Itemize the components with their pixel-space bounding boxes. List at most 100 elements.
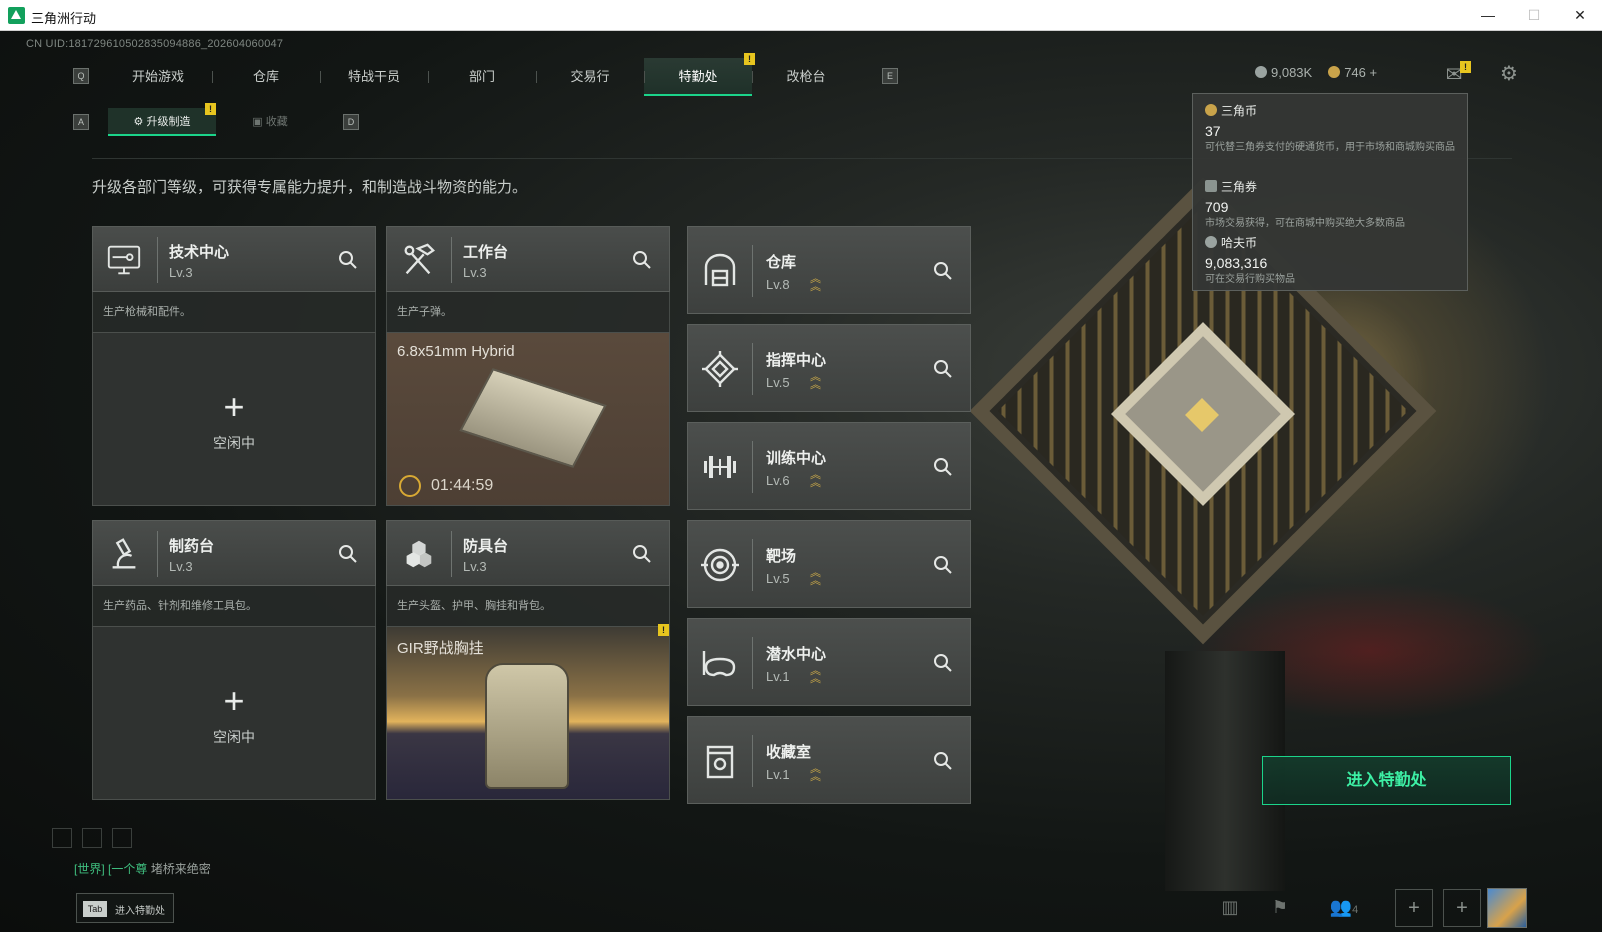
- voucher-icon: [1205, 180, 1217, 192]
- workshop-level: Lv.3: [463, 265, 487, 280]
- search-icon[interactable]: [932, 456, 954, 478]
- workshop-card-armor[interactable]: 防具台 Lv.3 生产头盔、护甲、胸挂和背包。 GIR野战胸挂 !: [386, 520, 670, 800]
- window-title: 三角洲行动: [31, 11, 97, 26]
- search-icon[interactable]: [337, 543, 359, 565]
- flag-icon[interactable]: ⚑: [1262, 889, 1298, 925]
- currency-desc: 市场交易获得，可在商城中购买绝大多数商品: [1205, 218, 1405, 229]
- search-icon[interactable]: [337, 249, 359, 271]
- chat-line[interactable]: [世界] [一个尊 堵桥来绝密: [74, 860, 211, 877]
- tab-department[interactable]: 部门: [428, 58, 536, 96]
- workshop-desc: 生产子弹。: [386, 292, 670, 332]
- subnav-next-key: D: [343, 114, 359, 130]
- close-button[interactable]: ✕: [1557, 0, 1602, 31]
- currency-name: 三角券: [1221, 180, 1258, 194]
- craft-slot[interactable]: + 空闲中: [92, 626, 376, 800]
- search-icon[interactable]: [631, 249, 653, 271]
- facility-card-command[interactable]: 指挥中心 Lv.5 ︽ ︽: [687, 324, 971, 412]
- facility-card-diving[interactable]: 潜水中心 Lv.1 ︽ ︽: [687, 618, 971, 706]
- crafting-item-name: 6.8x51mm Hybrid: [397, 343, 515, 360]
- workshop-card-tech[interactable]: 技术中心 Lv.3 生产枪械和配件。 + 空闲中: [92, 226, 376, 506]
- friends-button[interactable]: 👥4: [1322, 889, 1366, 925]
- settings-gear-icon[interactable]: ⚙: [1497, 63, 1521, 85]
- search-icon[interactable]: [932, 750, 954, 772]
- upgrade-arrow-icon: ︽ ︽: [810, 763, 821, 783]
- collection-tab-icon: ▣: [252, 116, 266, 128]
- hafcoin-display[interactable]: 9,083K: [1255, 65, 1312, 80]
- app-logo-icon: [8, 7, 25, 24]
- tab-key: Tab: [83, 901, 107, 917]
- avatar[interactable]: [1487, 888, 1527, 928]
- workshop-name: 工作台: [463, 244, 509, 261]
- search-icon[interactable]: [932, 554, 954, 576]
- currency-name: 三角币: [1221, 104, 1258, 118]
- add-currency-button[interactable]: +: [1370, 65, 1378, 80]
- facility-card-training[interactable]: 训练中心 Lv.6 ︽ ︽: [687, 422, 971, 510]
- tab-start-game[interactable]: 开始游戏: [104, 58, 212, 96]
- upgrade-arrow-icon: ︽ ︽: [810, 469, 821, 489]
- friends-icon: 👥: [1329, 897, 1353, 917]
- craft-slot[interactable]: + 空闲中: [92, 332, 376, 506]
- command-icon: [700, 349, 740, 389]
- facility-name: 训练中心: [766, 450, 827, 467]
- search-icon[interactable]: [932, 652, 954, 674]
- tab-special-ops[interactable]: 特勤处: [644, 58, 752, 96]
- triangle-coin-display[interactable]: 746 +: [1328, 65, 1377, 80]
- add-craft-icon: +: [223, 386, 245, 427]
- hafcoin-icon: [1255, 66, 1267, 78]
- subtab-collection[interactable]: ▣ 收藏: [216, 108, 324, 136]
- facility-level: Lv.5: [766, 571, 790, 586]
- tab-hint[interactable]: Tab 进入特勤处: [76, 893, 174, 923]
- currency-value: 9,083,316: [1205, 255, 1268, 271]
- workshop-name: 制药台: [169, 538, 215, 555]
- search-icon[interactable]: [932, 260, 954, 282]
- enter-special-ops-button[interactable]: 进入特勤处: [1262, 756, 1511, 805]
- add-craft-icon: +: [223, 680, 245, 721]
- ui-square: [82, 828, 102, 848]
- workshop-level: Lv.3: [169, 559, 193, 574]
- search-icon[interactable]: [932, 358, 954, 380]
- tab-operators[interactable]: 特战干员: [320, 58, 428, 96]
- nav-next-key: E: [882, 68, 898, 84]
- ui-square: [112, 828, 132, 848]
- special-ops-badge: !: [744, 53, 755, 65]
- upgrade-arrow-icon: ︽ ︽: [810, 665, 821, 685]
- currency-value: 37: [1205, 123, 1221, 139]
- chest-rig-image: [485, 663, 569, 789]
- craft-slot[interactable]: 6.8x51mm Hybrid 01:44:59: [386, 332, 670, 506]
- diving-mask-icon: [700, 643, 740, 683]
- collection-icon: [700, 741, 740, 781]
- subtab-upgrade-craft[interactable]: ⚙ 升级制造: [108, 108, 216, 136]
- tab-market[interactable]: 交易行: [536, 58, 644, 96]
- target-icon: [700, 545, 740, 585]
- maximize-button[interactable]: ☐: [1511, 0, 1557, 31]
- craft-complete-badge: !: [658, 624, 669, 636]
- workshop-desc: 生产药品、针剂和维修工具包。: [92, 586, 376, 626]
- page-intro: 升级各部门等级，可获得专属能力提升，和制造战斗物资的能力。: [92, 179, 528, 196]
- invite-slot-plus-icon[interactable]: +: [1395, 889, 1433, 927]
- workshop-card-workbench[interactable]: 工作台 Lv.3 生产子弹。 6.8x51mm Hybrid 01:44:59: [386, 226, 670, 506]
- boxes-icon: [399, 535, 437, 573]
- craft-timer: 01:44:59: [431, 477, 494, 494]
- craft-slot[interactable]: GIR野战胸挂: [386, 626, 670, 800]
- upgrade-craft-badge: !: [205, 103, 216, 115]
- timer-icon: [399, 475, 421, 497]
- facility-card-shooting-range[interactable]: 靶场 Lv.5 ︽ ︽: [687, 520, 971, 608]
- subnav-prev-key: A: [73, 114, 89, 130]
- title-bar: 三角洲行动 — ☐ ✕: [0, 0, 1602, 31]
- currency-tooltip: 三角币 37 可代替三角券支付的硬通货币，用于市场和商城购买商品 三角券 709…: [1192, 93, 1468, 291]
- facility-card-collection-room[interactable]: 收藏室 Lv.1 ︽ ︽: [687, 716, 971, 804]
- upgrade-arrow-icon: ︽ ︽: [810, 273, 821, 293]
- triangle-coin-amount: 746: [1344, 65, 1366, 80]
- upgrade-arrow-icon: ︽ ︽: [810, 371, 821, 391]
- workshop-card-pharmacy[interactable]: 制药台 Lv.3 生产药品、针剂和维修工具包。 + 空闲中: [92, 520, 376, 800]
- invite-slot-plus-icon[interactable]: +: [1443, 889, 1481, 927]
- workshop-level: Lv.3: [169, 265, 193, 280]
- tab-warehouse[interactable]: 仓库: [212, 58, 320, 96]
- tab-gunsmith[interactable]: 改枪台: [752, 58, 860, 96]
- minimize-button[interactable]: —: [1465, 0, 1511, 31]
- tab-hint-label: 进入特勤处: [115, 906, 165, 917]
- search-icon[interactable]: [631, 543, 653, 565]
- stats-chart-icon[interactable]: ▥: [1212, 889, 1248, 925]
- facility-card-warehouse[interactable]: 仓库 Lv.8 ︽ ︽: [687, 226, 971, 314]
- facility-name: 靶场: [766, 548, 797, 565]
